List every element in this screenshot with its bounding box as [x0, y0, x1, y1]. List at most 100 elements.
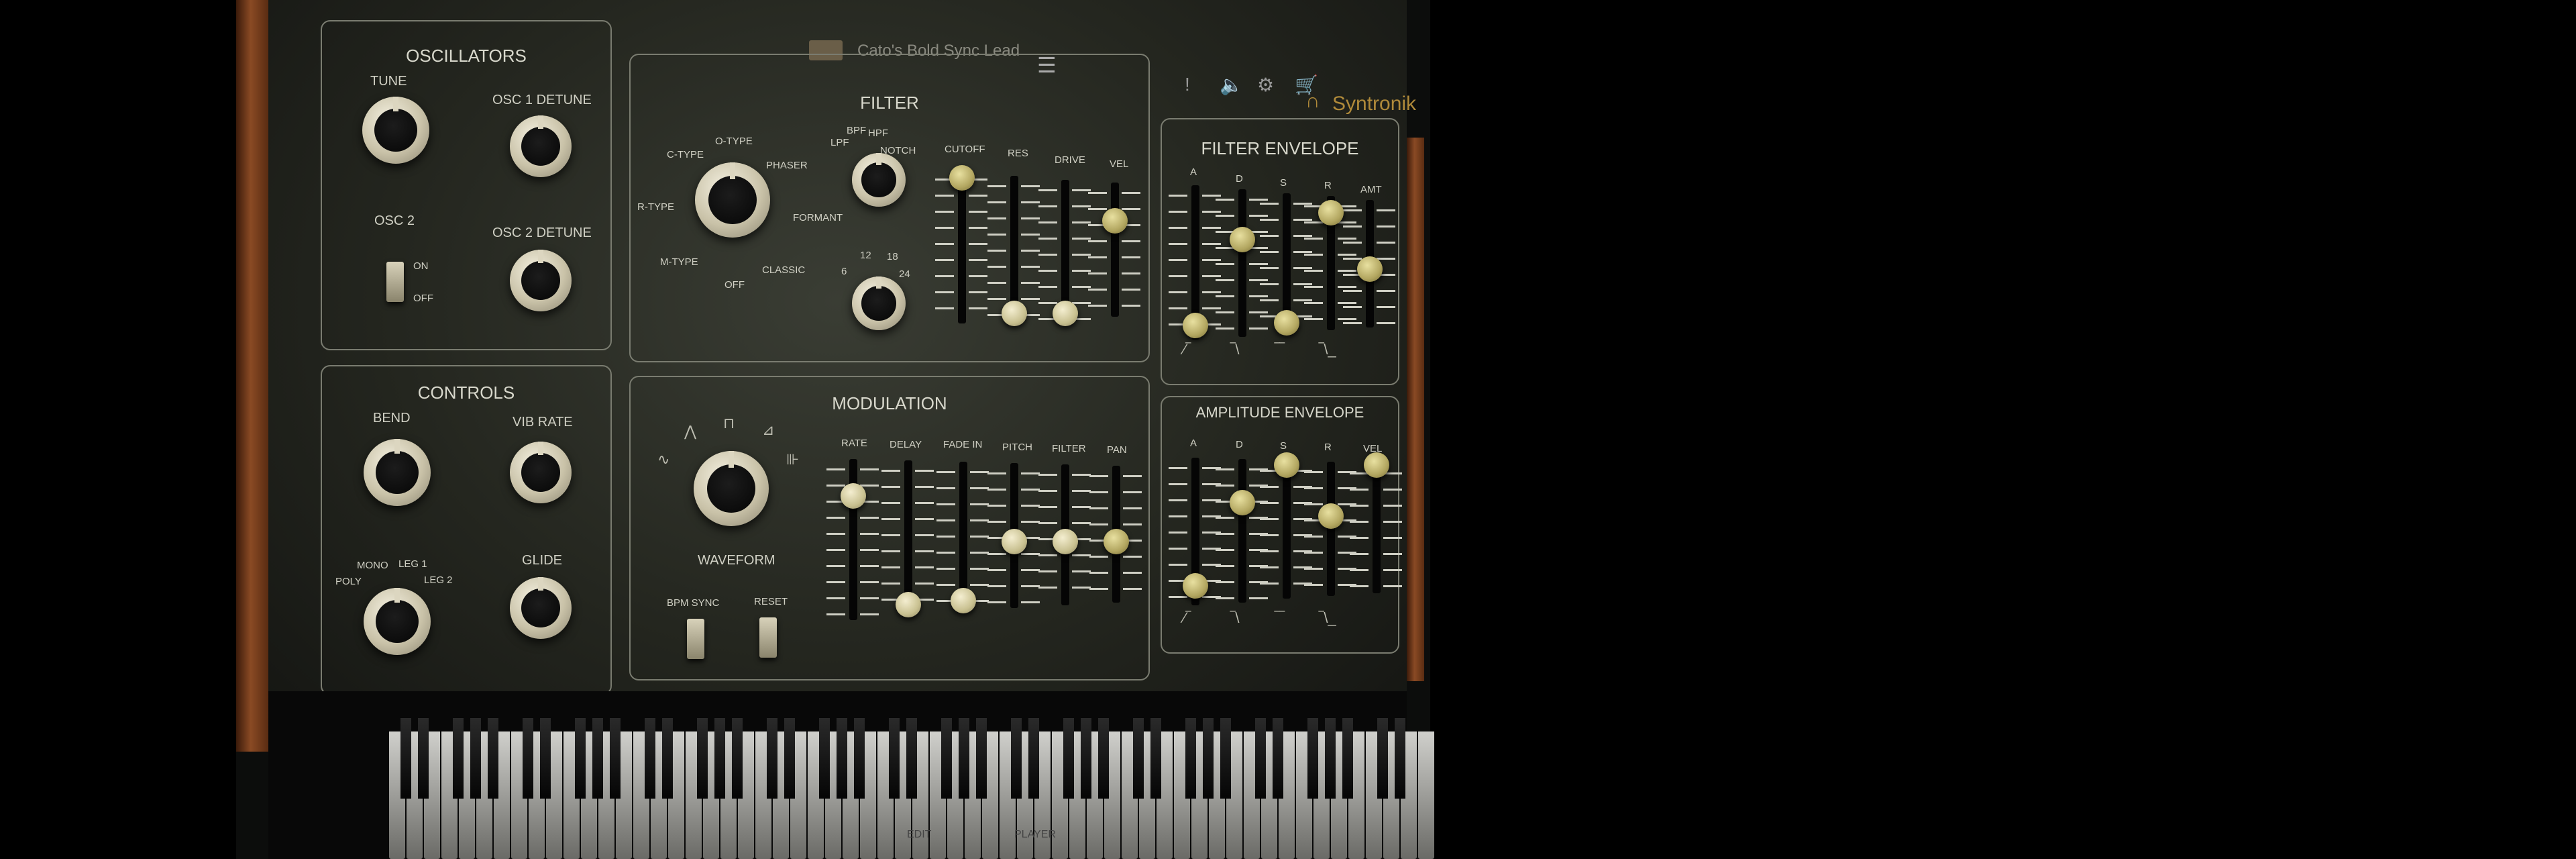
alert-icon[interactable]: !	[1185, 74, 1190, 95]
fader-scale-mark	[1343, 258, 1362, 260]
fader-scale-mark	[1072, 221, 1091, 223]
osc2-detune-knob[interactable]	[510, 250, 572, 311]
filter-mode-knob[interactable]	[852, 153, 906, 207]
black-key[interactable]	[418, 718, 429, 799]
fader-scale-mark	[969, 291, 987, 293]
cutoff-fader[interactable]	[935, 165, 987, 323]
amp-env-a-label: A	[1190, 438, 1197, 449]
black-key[interactable]	[540, 718, 551, 799]
black-key[interactable]	[1028, 718, 1039, 799]
black-key[interactable]	[523, 718, 533, 799]
black-key[interactable]	[697, 718, 708, 799]
filter-env-decay-fader[interactable]	[1216, 189, 1268, 337]
amp-env-sustain-fader[interactable]	[1260, 452, 1312, 599]
fader-scale-mark	[1122, 192, 1140, 194]
res-fader[interactable]	[987, 176, 1040, 326]
black-key[interactable]	[1011, 718, 1022, 799]
mod-fade-in-fader[interactable]	[936, 462, 989, 613]
black-key[interactable]	[1307, 718, 1318, 799]
vib-rate-knob[interactable]	[510, 442, 572, 503]
black-key[interactable]	[941, 718, 952, 799]
black-key[interactable]	[575, 718, 586, 799]
amp-env-decay-fader[interactable]	[1216, 459, 1268, 603]
tune-knob[interactable]	[362, 97, 429, 164]
fader-scale-mark	[860, 581, 879, 583]
fader-scale-mark	[1072, 490, 1091, 492]
black-key[interactable]	[662, 718, 673, 799]
tune-label: TUNE	[370, 74, 407, 89]
black-key[interactable]	[854, 718, 865, 799]
black-key[interactable]	[1150, 718, 1161, 799]
bpm-sync-toggle[interactable]	[687, 619, 704, 659]
glide-knob[interactable]	[510, 577, 572, 639]
mod-delay-fader[interactable]	[881, 460, 934, 617]
black-key[interactable]	[1255, 718, 1266, 799]
drive-fader[interactable]	[1038, 180, 1091, 326]
filter-env-amount-fader[interactable]	[1343, 200, 1395, 327]
black-key[interactable]	[1185, 718, 1196, 799]
speaker-icon[interactable]: 🔈	[1220, 74, 1243, 96]
osc2-toggle[interactable]	[386, 262, 404, 302]
filter-slope-knob[interactable]	[852, 276, 906, 330]
osc1-detune-knob[interactable]	[510, 115, 572, 177]
piano-keyboard[interactable]	[268, 691, 1434, 859]
black-key[interactable]	[784, 718, 795, 799]
black-key[interactable]	[453, 718, 464, 799]
amplitude-envelope-section: AMPLITUDE ENVELOPE A D S R VEL ⁄‾ ‾\ ‾‾ …	[1161, 396, 1402, 654]
black-key[interactable]	[959, 718, 969, 799]
controls-title: CONTROLS	[417, 383, 515, 403]
amp-env-release-fader[interactable]	[1304, 462, 1356, 596]
black-key[interactable]	[645, 718, 655, 799]
fader-scale-mark	[1338, 238, 1356, 240]
fader-scale-mark	[1123, 491, 1142, 493]
black-key[interactable]	[1203, 718, 1214, 799]
filter-env-sustain-fader[interactable]	[1260, 193, 1312, 336]
black-key[interactable]	[767, 718, 777, 799]
fader-scale-mark	[826, 581, 845, 583]
black-key[interactable]	[906, 718, 917, 799]
filter-env-release-fader[interactable]	[1304, 196, 1356, 330]
black-key[interactable]	[1063, 718, 1074, 799]
mod-filter-fader[interactable]	[1038, 464, 1091, 605]
filter-type-knob[interactable]	[695, 162, 770, 238]
bend-knob[interactable]	[364, 439, 431, 506]
black-key[interactable]	[592, 718, 603, 799]
black-key[interactable]	[1273, 718, 1283, 799]
fader-scale-mark	[881, 502, 900, 504]
mod-pitch-fader[interactable]	[987, 463, 1040, 608]
black-key[interactable]	[610, 718, 621, 799]
black-key[interactable]	[1220, 718, 1231, 799]
voice-mode-knob[interactable]	[364, 588, 431, 655]
black-key[interactable]	[714, 718, 725, 799]
black-key[interactable]	[1377, 718, 1388, 799]
white-key[interactable]	[1418, 731, 1434, 859]
waveform-knob[interactable]	[694, 451, 769, 526]
black-key[interactable]	[1395, 718, 1405, 799]
black-key[interactable]	[1133, 718, 1144, 799]
fader-scale-mark	[1216, 485, 1234, 487]
amp-env-vel-fader[interactable]	[1350, 452, 1402, 593]
mod-rate-fader[interactable]	[826, 459, 879, 620]
black-key[interactable]	[1342, 718, 1353, 799]
amp-env-attack-fader[interactable]	[1169, 458, 1221, 605]
black-key[interactable]	[400, 718, 411, 799]
black-key[interactable]	[837, 718, 847, 799]
vel-fader[interactable]	[1088, 183, 1140, 317]
edit-tab[interactable]: EDIT	[907, 829, 931, 841]
reset-toggle[interactable]	[759, 617, 777, 658]
filter-env-attack-fader[interactable]	[1169, 185, 1221, 340]
black-key[interactable]	[889, 718, 900, 799]
black-key[interactable]	[976, 718, 987, 799]
black-key[interactable]	[1098, 718, 1109, 799]
gear-icon[interactable]: ⚙	[1257, 74, 1274, 96]
black-key[interactable]	[732, 718, 743, 799]
black-key[interactable]	[470, 718, 481, 799]
black-key[interactable]	[1325, 718, 1336, 799]
player-tab[interactable]: PLAYER	[1014, 829, 1056, 841]
black-key[interactable]	[1081, 718, 1091, 799]
mod-pan-fader[interactable]	[1089, 466, 1142, 603]
black-key[interactable]	[819, 718, 830, 799]
fader-scale-mark	[1072, 286, 1091, 288]
black-key[interactable]	[488, 718, 498, 799]
fader-scale-mark	[1089, 523, 1108, 525]
